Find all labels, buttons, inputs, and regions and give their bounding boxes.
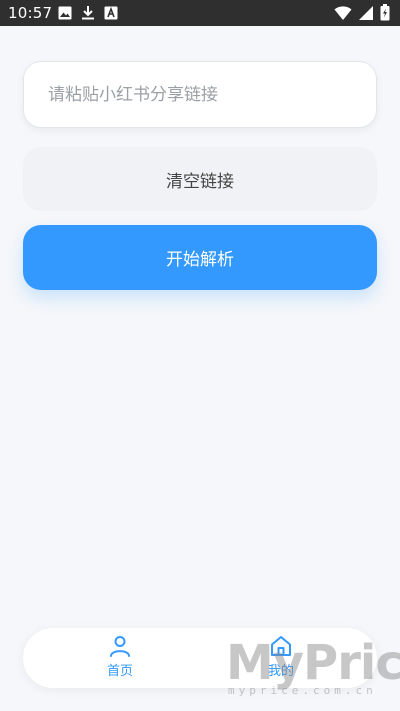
user-icon bbox=[108, 634, 132, 662]
start-parse-button[interactable]: 开始解析 bbox=[23, 225, 377, 290]
clear-link-button[interactable]: 清空链接 bbox=[23, 147, 377, 211]
image-icon bbox=[58, 6, 72, 20]
nav-item-home[interactable]: 首页 bbox=[80, 634, 160, 684]
download-icon bbox=[81, 5, 95, 20]
nav-item-label: 首页 bbox=[106, 664, 133, 679]
status-system-icons bbox=[334, 4, 390, 21]
battery-icon bbox=[380, 4, 390, 21]
bottom-nav: 首页 我的 bbox=[23, 628, 377, 688]
nav-item-label: 我的 bbox=[267, 664, 294, 679]
home-icon bbox=[269, 634, 293, 662]
font-icon bbox=[104, 6, 118, 20]
wifi-icon bbox=[334, 5, 352, 21]
status-time: 10:57 bbox=[8, 4, 53, 22]
nav-item-mine[interactable]: 我的 bbox=[241, 634, 321, 684]
share-link-input[interactable] bbox=[23, 61, 377, 128]
signal-icon bbox=[358, 5, 374, 21]
status-notification-icons bbox=[58, 5, 118, 20]
status-bar: 10:57 bbox=[0, 0, 400, 26]
